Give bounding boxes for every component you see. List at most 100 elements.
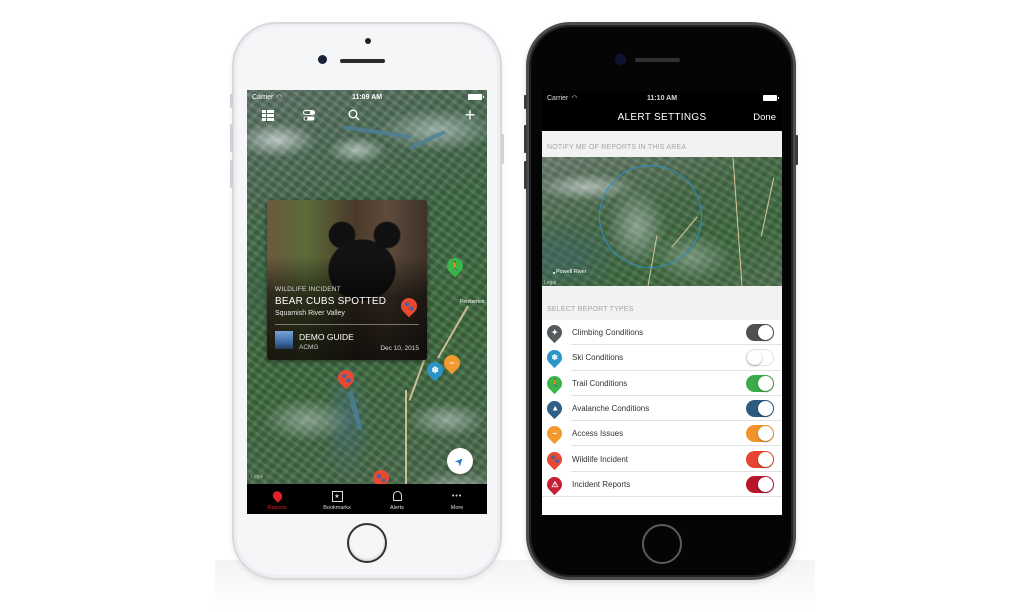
wildlife-toggle[interactable] bbox=[746, 450, 774, 468]
road bbox=[732, 157, 743, 286]
home-button[interactable] bbox=[642, 524, 682, 564]
toggle-knob bbox=[758, 476, 773, 492]
hiker-icon: 🚶 bbox=[449, 260, 461, 271]
volume-down-button bbox=[524, 161, 527, 189]
avalanche-icon: ▲ bbox=[543, 397, 566, 420]
bookmark-icon: ★ bbox=[331, 490, 343, 502]
status-bar: Carrier ◠ 11:09 AM bbox=[247, 90, 487, 104]
clock: 11:10 AM bbox=[646, 94, 678, 102]
card-divider bbox=[275, 324, 419, 325]
alert-radius-circle[interactable] bbox=[599, 165, 702, 268]
home-button[interactable] bbox=[347, 523, 387, 563]
tab-bookmarks[interactable]: ★ Bookmarks bbox=[307, 484, 367, 514]
road bbox=[760, 177, 775, 237]
report-type-row[interactable]: ⚠ Incident Reports bbox=[542, 472, 782, 498]
avalanche-toggle[interactable] bbox=[746, 400, 774, 418]
warning-icon: ⚠ bbox=[543, 473, 566, 496]
page-title: ALERT SETTINGS bbox=[617, 112, 707, 123]
city-dot bbox=[553, 272, 555, 274]
report-type-row[interactable]: ▲ Avalanche Conditions bbox=[542, 396, 782, 422]
trail-toggle[interactable] bbox=[746, 374, 774, 392]
plus-icon: + bbox=[464, 104, 476, 125]
climbing-icon: ✦ bbox=[543, 322, 566, 344]
guide-name: DEMO GUIDE bbox=[299, 332, 354, 342]
mute-switch bbox=[524, 95, 527, 109]
search-icon bbox=[348, 109, 360, 121]
location-arrow-icon: ➤ bbox=[452, 453, 468, 469]
volume-up-button bbox=[524, 125, 527, 153]
wildlife-icon: 🐾 bbox=[543, 448, 566, 470]
toggle-knob bbox=[758, 375, 773, 391]
climbing-toggle[interactable] bbox=[746, 324, 774, 342]
front-camera bbox=[616, 55, 625, 64]
right-phone: Carrier ◠ 11:10 AM ALERT SETTINGS Done N… bbox=[524, 22, 798, 580]
report-type-row[interactable]: − Access Issues bbox=[542, 421, 782, 447]
report-title: BEAR CUBS SPOTTED bbox=[275, 296, 387, 307]
mute-switch bbox=[230, 94, 233, 108]
filter-button[interactable] bbox=[300, 106, 318, 124]
done-button[interactable]: Done bbox=[753, 112, 776, 123]
tab-label: More bbox=[450, 505, 464, 511]
paw-icon: 🐾 bbox=[375, 472, 387, 483]
clock: 11:09 AM bbox=[351, 93, 383, 101]
tab-alerts[interactable]: Alerts bbox=[367, 484, 427, 514]
tab-label: Bookmarks bbox=[323, 505, 351, 511]
map-screen: Pemberton Carrier ◠ 11:09 AM + WILDLIFE … bbox=[247, 90, 487, 514]
place-label-powell-river: Powell River bbox=[556, 269, 587, 275]
left-phone: Pemberton Carrier ◠ 11:09 AM + WILDLIFE … bbox=[230, 22, 504, 580]
report-type-label: Wildlife Incident bbox=[572, 454, 629, 464]
toggle-knob bbox=[747, 350, 762, 366]
earpiece bbox=[635, 58, 680, 62]
toggle-knob bbox=[758, 451, 773, 467]
tab-label: Alerts bbox=[389, 505, 405, 511]
list-icon bbox=[262, 109, 274, 121]
report-type-label: Trail Conditions bbox=[572, 378, 628, 388]
report-date: Dec 10, 2015 bbox=[380, 345, 419, 352]
map-legal-link[interactable]: Legal bbox=[544, 280, 556, 286]
locate-me-button[interactable]: ➤ bbox=[447, 448, 473, 474]
tab-bar: Reports ★ Bookmarks Alerts ••• More bbox=[247, 484, 487, 514]
toggle-knob bbox=[758, 401, 773, 417]
report-type-row[interactable]: ✦ Climbing Conditions bbox=[542, 320, 782, 346]
ski-icon: ❄ bbox=[543, 347, 566, 369]
guide-org: ACMG bbox=[299, 344, 319, 351]
earpiece bbox=[340, 59, 385, 63]
report-type-row[interactable]: 🐾 Wildlife Incident bbox=[542, 446, 782, 473]
map-legal-link[interactable]: Legal bbox=[251, 474, 263, 480]
volume-down-button bbox=[230, 160, 233, 188]
tab-reports[interactable]: Reports bbox=[247, 484, 307, 514]
list-view-button[interactable] bbox=[259, 106, 277, 124]
snowflake-icon: ❄ bbox=[431, 364, 439, 375]
report-types-list: ✦ Climbing Conditions ❄ Ski Conditions 🚶… bbox=[542, 320, 782, 498]
map-toolbar: + bbox=[247, 104, 487, 126]
access-toggle[interactable] bbox=[746, 425, 774, 443]
proximity-sensor bbox=[365, 38, 371, 44]
battery-icon bbox=[763, 95, 779, 101]
ski-toggle[interactable] bbox=[746, 349, 774, 367]
search-button[interactable] bbox=[345, 106, 363, 124]
area-map[interactable]: Powell River Legal bbox=[542, 157, 782, 286]
more-icon: ••• bbox=[451, 492, 463, 500]
report-type-label: Climbing Conditions bbox=[572, 328, 644, 338]
tab-label: Reports bbox=[267, 505, 287, 511]
toggle-knob bbox=[758, 426, 773, 442]
report-type-row[interactable]: 🚶 Trail Conditions bbox=[542, 371, 782, 397]
alert-settings-screen: Carrier ◠ 11:10 AM ALERT SETTINGS Done N… bbox=[542, 91, 782, 515]
toggle-icon bbox=[303, 109, 315, 120]
report-type-row[interactable]: ❄ Ski Conditions bbox=[542, 345, 782, 371]
report-card[interactable]: WILDLIFE INCIDENT BEAR CUBS SPOTTED Squa… bbox=[267, 200, 427, 360]
add-report-button[interactable]: + bbox=[461, 104, 479, 125]
paw-icon: 🐾 bbox=[340, 372, 352, 383]
area-section-header: NOTIFY ME OF REPORTS IN THIS AREA bbox=[542, 137, 782, 157]
tab-more[interactable]: ••• More bbox=[427, 484, 487, 514]
place-label-pemberton: Pemberton bbox=[460, 299, 485, 305]
power-button bbox=[501, 134, 504, 164]
report-location: Squamish River Valley bbox=[275, 310, 345, 317]
volume-up-button bbox=[230, 124, 233, 152]
report-category: WILDLIFE INCIDENT bbox=[275, 286, 341, 293]
battery-icon bbox=[468, 94, 484, 100]
no-entry-icon: − bbox=[449, 357, 455, 368]
access-icon: − bbox=[543, 423, 566, 445]
report-type-label: Ski Conditions bbox=[572, 353, 624, 363]
incident-toggle[interactable] bbox=[746, 475, 774, 493]
